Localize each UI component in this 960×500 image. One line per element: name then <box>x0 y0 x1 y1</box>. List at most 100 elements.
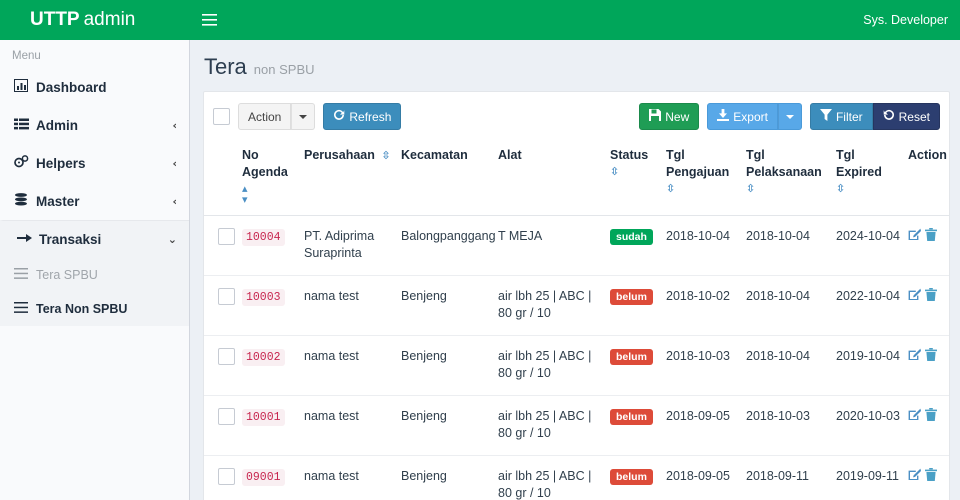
chart-bar-icon <box>14 79 36 95</box>
column-header-perusahaan[interactable]: Perusahaan ⇳ <box>300 140 397 216</box>
chevron-down-icon: ⌄ <box>167 233 177 246</box>
column-header-tgl-pengajuan[interactable]: Tgl Pengajuan ⇳ <box>662 140 742 216</box>
edit-icon[interactable] <box>908 228 921 241</box>
table-body: 10004 PT. Adiprima Suraprinta Balongpangga… <box>204 215 949 500</box>
save-icon <box>649 109 662 124</box>
edit-icon[interactable] <box>908 348 921 361</box>
status-badge: belum <box>610 348 653 366</box>
select-all-checkbox[interactable] <box>213 108 230 125</box>
sort-icon[interactable]: ⇳ <box>610 166 658 177</box>
status-badge: sudah <box>610 228 653 246</box>
sort-icon[interactable]: ⇳ <box>836 183 900 194</box>
card-toolbar: Action Refresh New Export Filter Reset <box>204 92 949 140</box>
app-brand[interactable]: UTTP admin <box>0 0 190 40</box>
column-header-kecamatan[interactable]: Kecamatan <box>397 140 494 216</box>
trash-icon[interactable] <box>925 287 937 301</box>
export-dropdown-toggle[interactable] <box>777 103 802 130</box>
cell-alat: T MEJA <box>494 215 606 276</box>
cell-tgl-pelaksanaan: 2018-10-04 <box>742 215 832 276</box>
sidebar-subitem-label: Tera Non SPBU <box>36 302 128 316</box>
no-agenda-value: 09001 <box>242 468 285 486</box>
sidebar: Menu Dashboard Admin ‹ Helpers ‹ Master … <box>0 40 190 500</box>
column-header-status[interactable]: Status ⇳ <box>606 140 662 216</box>
sidebar-item-tera-non-spbu[interactable]: Tera Non SPBU <box>0 292 189 326</box>
brand-light-text: admin <box>83 9 136 30</box>
table-row[interactable]: 10004 PT. Adiprima Suraprinta Balongpangga… <box>204 215 949 276</box>
trash-icon[interactable] <box>925 227 937 241</box>
cell-perusahaan: PT. Adiprima Suraprinta <box>300 215 397 276</box>
sort-icon[interactable]: ⇳ <box>381 150 390 161</box>
toolbar-right-group: New Export Filter Reset <box>639 103 940 130</box>
sort-icon[interactable]: ⇳ <box>666 183 738 194</box>
filter-label: Filter <box>835 109 863 124</box>
column-header-tgl-expired[interactable]: Tgl Expired ⇳ <box>832 140 904 216</box>
column-header-no-agenda[interactable]: No Agenda ▴ ▾ <box>238 140 300 216</box>
table-row[interactable]: 09001 nama test Benjeng air lbh 25 | ABC | … <box>204 455 949 500</box>
arrow-right-icon <box>17 232 39 247</box>
status-badge: belum <box>610 408 653 426</box>
cell-tgl-expired: 2020-10-03 <box>832 395 904 456</box>
action-button[interactable]: Action <box>238 103 292 130</box>
cell-kecamatan: Balongpanggang <box>397 215 496 276</box>
sidebar-item-admin[interactable]: Admin ‹ <box>0 106 189 144</box>
status-badge: belum <box>610 468 653 486</box>
page-header: Tera non SPBU <box>190 40 960 88</box>
action-dropdown-toggle[interactable] <box>291 103 316 130</box>
refresh-button[interactable]: Refresh <box>323 103 402 130</box>
export-button[interactable]: Export <box>707 103 778 130</box>
user-menu[interactable]: Sys. Developer <box>863 13 960 27</box>
toolbar-left-group: Action Refresh <box>213 103 402 130</box>
row-checkbox-cell <box>204 395 238 456</box>
cell-alat: air lbh 25 | ABC | 80 gr / 10 <box>494 395 606 456</box>
column-header-tgl-pelaksanaan[interactable]: Tgl Pelaksanaan ⇳ <box>742 140 832 216</box>
trash-icon[interactable] <box>925 347 937 361</box>
page-title: Tera <box>204 54 247 79</box>
undo-icon <box>883 109 895 124</box>
cogs-icon <box>14 155 36 171</box>
hamburger-icon[interactable] <box>190 0 228 40</box>
trash-icon[interactable] <box>925 407 937 421</box>
edit-icon[interactable] <box>908 468 921 481</box>
column-label: Tgl Expired <box>836 148 882 179</box>
sidebar-item-dashboard[interactable]: Dashboard <box>0 68 189 106</box>
filter-button[interactable]: Filter <box>809 103 873 130</box>
table-row[interactable]: 10003 nama test Benjeng air lbh 25 | ABC | … <box>204 275 949 336</box>
row-checkbox[interactable] <box>218 467 235 485</box>
edit-icon[interactable] <box>908 288 921 301</box>
sidebar-item-tera-spbu[interactable]: Tera SPBU <box>0 258 189 292</box>
row-checkbox[interactable] <box>218 347 235 365</box>
chevron-left-icon: ‹ <box>172 118 177 132</box>
sidebar-item-master[interactable]: Master ‹ <box>0 182 189 220</box>
sidebar-item-helpers[interactable]: Helpers ‹ <box>0 144 189 182</box>
column-label: Tgl Pengajuan <box>666 148 730 179</box>
no-agenda-value: 10001 <box>242 408 285 426</box>
table-row[interactable]: 10001 nama test Benjeng air lbh 25 | ABC | … <box>204 395 949 456</box>
chevron-left-icon: ‹ <box>172 156 177 170</box>
table-header-row: No Agenda ▴ ▾ Perusahaan ⇳ Kecamatan Alat <box>204 140 949 216</box>
column-header-alat[interactable]: Alat <box>494 140 606 216</box>
row-checkbox[interactable] <box>218 287 235 305</box>
reset-button[interactable]: Reset <box>872 103 940 130</box>
cell-alat: air lbh 25 | ABC | 80 gr / 10 <box>494 275 606 336</box>
new-button[interactable]: New <box>639 103 700 130</box>
row-checkbox-cell <box>204 455 238 500</box>
sort-icon[interactable]: ⇳ <box>746 183 828 194</box>
refresh-label: Refresh <box>349 109 392 124</box>
table-row[interactable]: 10002 nama test Benjeng air lbh 25 | ABC | … <box>204 335 949 396</box>
bars-icon <box>14 268 36 282</box>
row-checkbox[interactable] <box>218 227 235 245</box>
funnel-icon <box>819 109 832 124</box>
cell-tgl-pelaksanaan: 2018-09-11 <box>742 455 832 500</box>
edit-icon[interactable] <box>908 408 921 421</box>
sidebar-item-transaksi[interactable]: Transaksi ⌄ <box>0 220 189 258</box>
column-label: Perusahaan <box>304 148 375 162</box>
cell-perusahaan: nama test <box>300 275 397 336</box>
column-label: Action <box>908 148 947 162</box>
trash-icon[interactable] <box>925 467 937 481</box>
cell-actions <box>904 275 949 336</box>
row-checkbox[interactable] <box>218 407 235 425</box>
status-badge: belum <box>610 288 653 306</box>
column-label: Tgl Pelaksanaan <box>746 148 822 179</box>
sort-icon[interactable]: ▴ ▾ <box>242 183 296 205</box>
bars-icon <box>14 302 36 316</box>
